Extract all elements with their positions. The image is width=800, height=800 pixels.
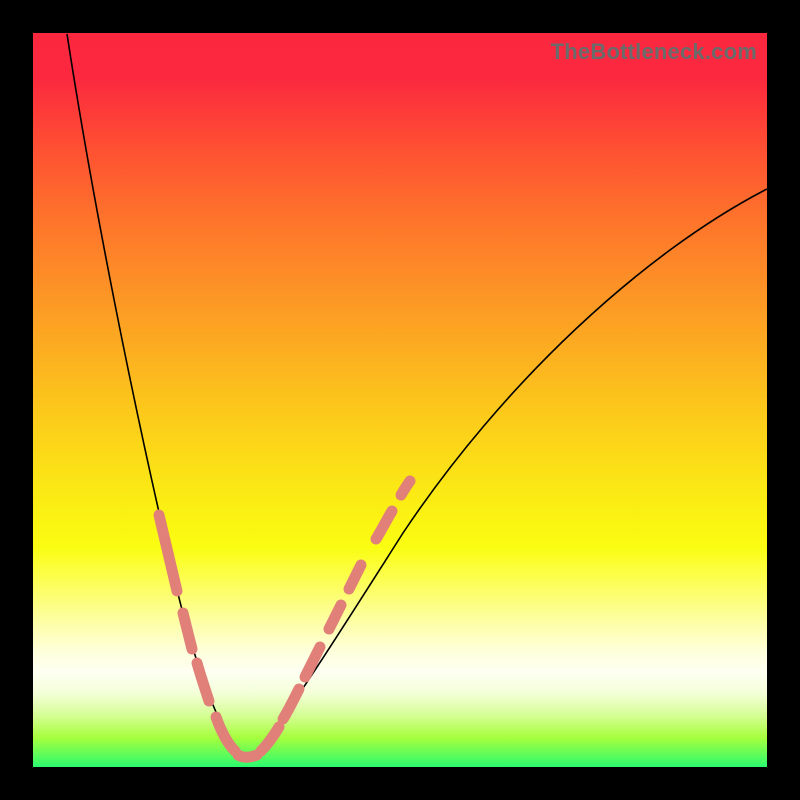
accent-right-6 xyxy=(376,511,392,539)
plot-area: TheBottleneck.com xyxy=(33,33,767,767)
accent-right-4 xyxy=(329,605,341,629)
accent-right-7 xyxy=(401,481,410,495)
accent-left-3 xyxy=(197,663,209,701)
accent-right-5 xyxy=(349,565,361,589)
accent-right-3 xyxy=(305,647,320,677)
chart-frame: TheBottleneck.com xyxy=(0,0,800,800)
accent-right-1 xyxy=(261,727,279,751)
accent-left-4 xyxy=(216,717,235,751)
accent-left-2 xyxy=(183,613,192,649)
curve-right-branch xyxy=(251,189,767,757)
curve-left-branch xyxy=(67,34,244,757)
accent-right-2 xyxy=(283,689,299,719)
accent-left-5 xyxy=(238,755,257,757)
accent-left-1 xyxy=(159,515,177,591)
curve-layer xyxy=(33,33,767,767)
